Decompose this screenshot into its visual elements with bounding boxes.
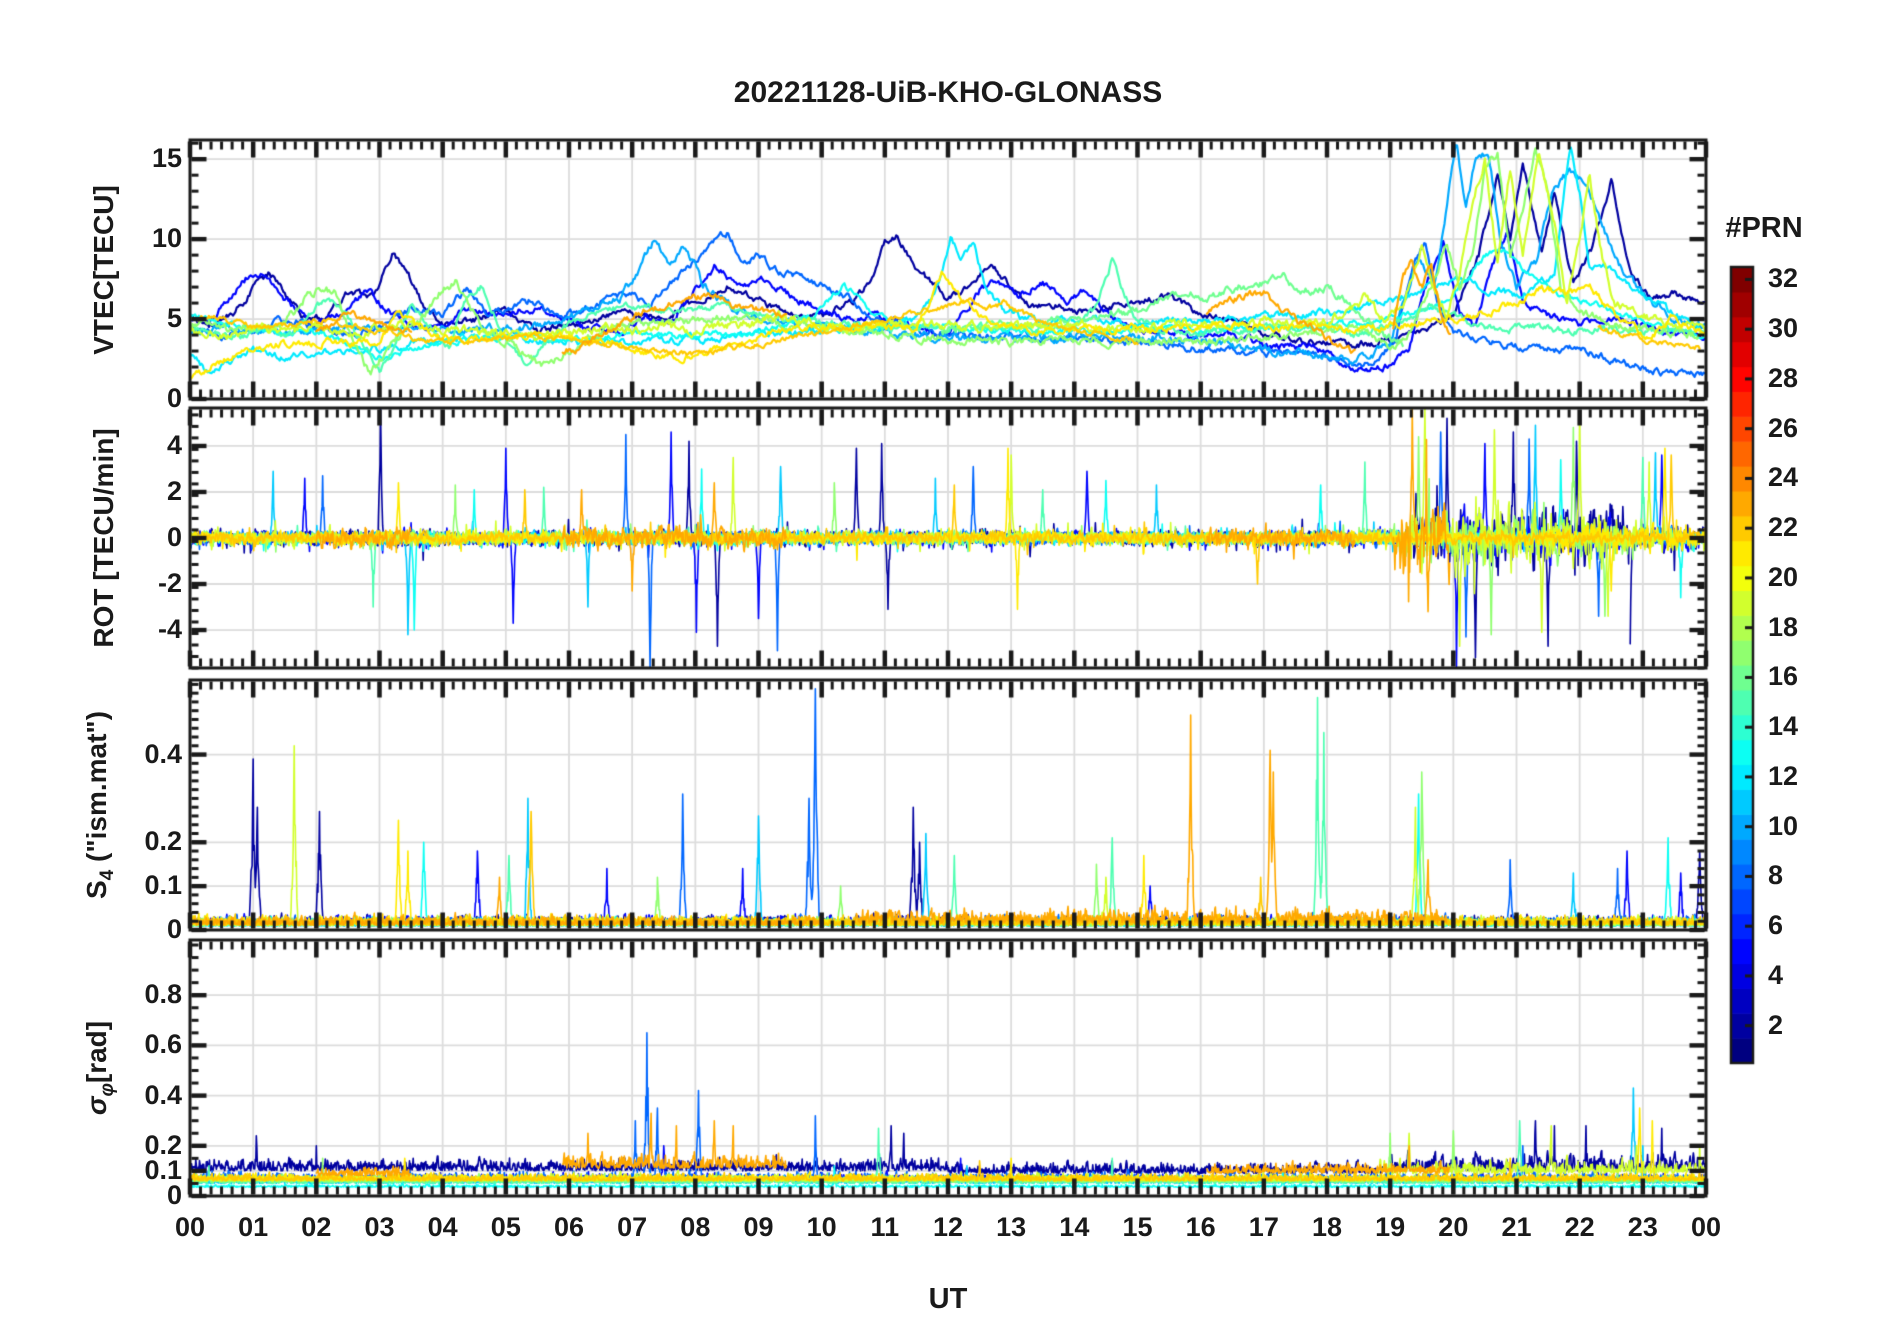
- y-tick-label-rot: -4: [157, 614, 182, 645]
- y-tick-label-rot: -2: [157, 568, 182, 599]
- x-tick-label: 19: [1375, 1212, 1406, 1242]
- x-tick-label: 12: [932, 1212, 964, 1242]
- colorbar-tick-label: 20: [1768, 561, 1799, 592]
- x-tick-label: 15: [1122, 1212, 1153, 1242]
- y-tick-label-sigma_phi: 0.2: [144, 1129, 182, 1160]
- x-tick-label: 18: [1311, 1212, 1343, 1242]
- y-tick-label-sigma_phi: 0.4: [144, 1079, 182, 1110]
- x-tick-label: 17: [1248, 1212, 1279, 1242]
- x-tick-label: 00: [174, 1212, 206, 1242]
- figure: 20221128-UiB-KHO-GLONASS VTEC[TECU] ROT …: [0, 0, 1902, 1330]
- colorbar-tick-label: 26: [1768, 412, 1799, 443]
- y-tick-label-rot: 2: [166, 475, 182, 506]
- x-tick-label: 05: [490, 1212, 521, 1242]
- x-tick-label: 08: [680, 1212, 711, 1242]
- x-tick-label: 11: [870, 1212, 900, 1242]
- colorbar-tick-label: 12: [1768, 760, 1799, 791]
- y-tick-label-s4: 0.1: [144, 870, 182, 901]
- x-tick-label: 07: [617, 1212, 648, 1242]
- x-tick-label: 21: [1501, 1212, 1532, 1242]
- colorbar-tick-label: 6: [1768, 910, 1784, 941]
- colorbar-tick-label: 4: [1768, 959, 1784, 990]
- colorbar-tick-label: 16: [1768, 661, 1799, 692]
- x-tick-label: 09: [743, 1212, 774, 1242]
- chart-title: 20221128-UiB-KHO-GLONASS: [733, 76, 1163, 109]
- y-tick-label-s4: 0: [166, 914, 182, 944]
- y-tick-label-vtec: 0: [166, 383, 182, 413]
- y-tick-label-rot: 0: [166, 522, 182, 552]
- x-tick-label: 16: [1185, 1212, 1216, 1242]
- x-tick-label: 20: [1438, 1212, 1469, 1242]
- y-tick-label-sigma_phi: 0.8: [144, 979, 182, 1010]
- colorbar-tick-label: 14: [1768, 711, 1799, 742]
- y-tick-label-s4: 0.2: [144, 826, 182, 857]
- y-tick-label-rot: 4: [166, 429, 182, 460]
- colorbar-tick-label: 30: [1768, 313, 1799, 344]
- colorbar-tick-label: 2: [1768, 1009, 1784, 1040]
- colorbar-title: #PRN: [1725, 212, 1803, 244]
- y-tick-label-vtec: 10: [151, 223, 182, 254]
- x-tick-label: 13: [996, 1212, 1027, 1242]
- x-axis-label: UT: [928, 1283, 968, 1315]
- chart-canvas: [0, 0, 1902, 1330]
- y-tick-label-vtec: 5: [166, 303, 182, 334]
- colorbar-tick-label: 18: [1768, 611, 1799, 642]
- x-tick-label: 22: [1564, 1212, 1595, 1242]
- colorbar-tick-label: 22: [1768, 512, 1799, 543]
- colorbar-tick-label: 32: [1768, 263, 1799, 294]
- x-tick-label: 02: [301, 1212, 332, 1242]
- colorbar-tick-label: 24: [1768, 462, 1799, 493]
- x-tick-label: 00: [1690, 1212, 1722, 1242]
- y-tick-label-sigma_phi: 0.6: [144, 1029, 182, 1060]
- x-tick-label: 23: [1627, 1212, 1658, 1242]
- x-tick-label: 04: [427, 1212, 458, 1242]
- x-tick-label: 01: [238, 1212, 269, 1242]
- y-tick-label-s4: 0.4: [144, 738, 182, 769]
- colorbar-tick-label: 28: [1768, 362, 1799, 393]
- y-tick-label-vtec: 15: [151, 143, 182, 174]
- x-tick-label: 14: [1059, 1212, 1090, 1242]
- x-tick-label: 03: [364, 1212, 395, 1242]
- colorbar-tick-label: 8: [1768, 860, 1784, 891]
- x-tick-label: 06: [553, 1212, 585, 1242]
- x-tick-label: 10: [806, 1212, 837, 1242]
- colorbar-tick-label: 10: [1768, 810, 1799, 841]
